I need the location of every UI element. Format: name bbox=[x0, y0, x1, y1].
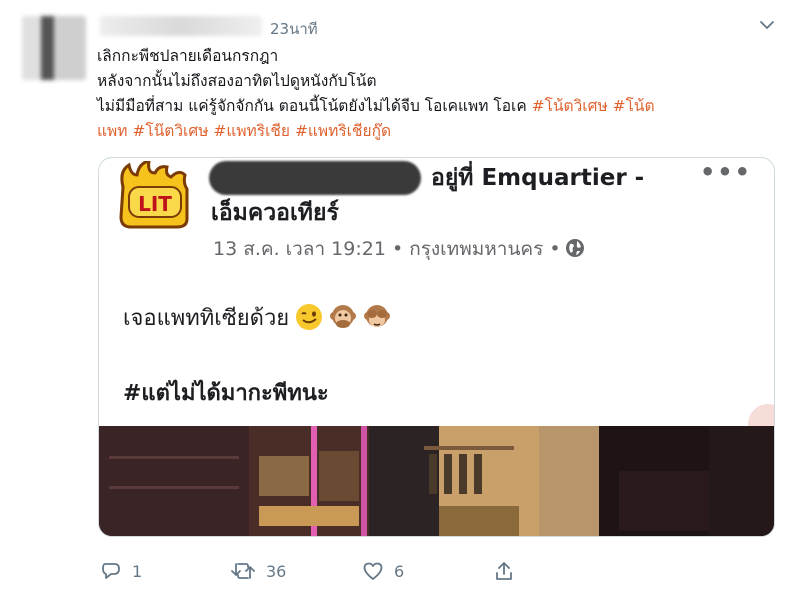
checkin-place-thai: เอ็มควอเทียร์ bbox=[211, 200, 339, 226]
like-icon[interactable] bbox=[362, 560, 384, 582]
lit-badge-text: LIT bbox=[138, 192, 172, 216]
post-body-text: เจอแพททิเซียด้วย bbox=[123, 306, 290, 331]
tweet-line: แพท #โน๊ตวิเศษ #แพทริเชีย #แพทริเชียกู๊ด bbox=[97, 119, 777, 144]
winking-face-emoji-icon bbox=[296, 304, 323, 330]
reply-action[interactable]: 1 bbox=[100, 560, 142, 582]
embedded-photo-card[interactable]: LIT อยู่ที่ Emquartier - ••• เอ็มควอเทีย… bbox=[98, 157, 775, 537]
hashtag-link[interactable]: #แพทริเชีย bbox=[213, 122, 290, 140]
hashtag-link[interactable]: #โน้ต bbox=[613, 97, 655, 115]
tweet-line: เลิกกะพีชปลายเดือนกรกฎา bbox=[97, 47, 279, 65]
share-icon[interactable] bbox=[493, 560, 515, 582]
venue-photo[interactable] bbox=[99, 426, 775, 537]
post-body: เจอแพททิเซียด้วย bbox=[123, 300, 391, 335]
hashtag-link[interactable]: แพท bbox=[97, 122, 127, 140]
hashtag-link[interactable]: #โน๊ตวิเศษ bbox=[132, 122, 208, 140]
tweet-text: เลิกกะพีชปลายเดือนกรกฎา หลังจากนั้นไม่ถึ… bbox=[97, 44, 777, 144]
avatar[interactable] bbox=[22, 16, 86, 80]
checkin-place: อยู่ที่ Emquartier - bbox=[431, 165, 645, 191]
post-meta: 13 ส.ค. เวลา 19:21 • กรุงเทพมหานคร • bbox=[213, 234, 585, 264]
tweet-line-text: ไม่มีมือที่สาม แค่รู้จักจักกัน ตอนนี้โน้… bbox=[97, 97, 532, 115]
hashtag-link[interactable]: #แพทริเชียกู๊ด bbox=[295, 122, 391, 140]
like-count: 6 bbox=[394, 561, 405, 581]
tweet-line: หลังจากนั้นไม่ถึงสองอาทิตไปดูหนังกับโน้ต bbox=[97, 72, 377, 90]
post-hashtag: #แต่ไม่ได้มากะพีทนะ bbox=[123, 381, 329, 406]
speak-no-evil-monkey-icon bbox=[330, 305, 357, 328]
reply-count: 1 bbox=[132, 561, 143, 581]
tweet-actions: 1 36 6 bbox=[100, 560, 600, 586]
retweet-count: 36 bbox=[266, 561, 287, 581]
globe-icon bbox=[565, 239, 584, 257]
reply-icon[interactable] bbox=[100, 560, 122, 582]
retweet-action[interactable]: 36 bbox=[230, 560, 286, 582]
see-no-evil-monkey-icon bbox=[364, 305, 391, 327]
tweet-timestamp[interactable]: 23นาที bbox=[270, 17, 318, 41]
hashtag-link[interactable]: #โน้ตวิเศษ bbox=[532, 97, 608, 115]
lit-badge-icon: LIT bbox=[119, 161, 189, 229]
retweet-icon[interactable] bbox=[230, 560, 256, 582]
blurred-poster-name bbox=[209, 161, 421, 195]
like-action[interactable]: 6 bbox=[362, 560, 404, 582]
tweet-line: ไม่มีมือที่สาม แค่รู้จักจักกัน ตอนนี้โน้… bbox=[97, 94, 777, 119]
post-date-location: 13 ส.ค. เวลา 19:21 • กรุงเทพมหานคร • bbox=[213, 238, 561, 260]
tweet-header: 23นาที bbox=[100, 14, 780, 38]
blurred-username[interactable] bbox=[100, 16, 262, 36]
caret-down-icon[interactable] bbox=[758, 16, 776, 34]
more-options-icon: ••• bbox=[699, 158, 752, 186]
share-action[interactable] bbox=[493, 560, 515, 582]
